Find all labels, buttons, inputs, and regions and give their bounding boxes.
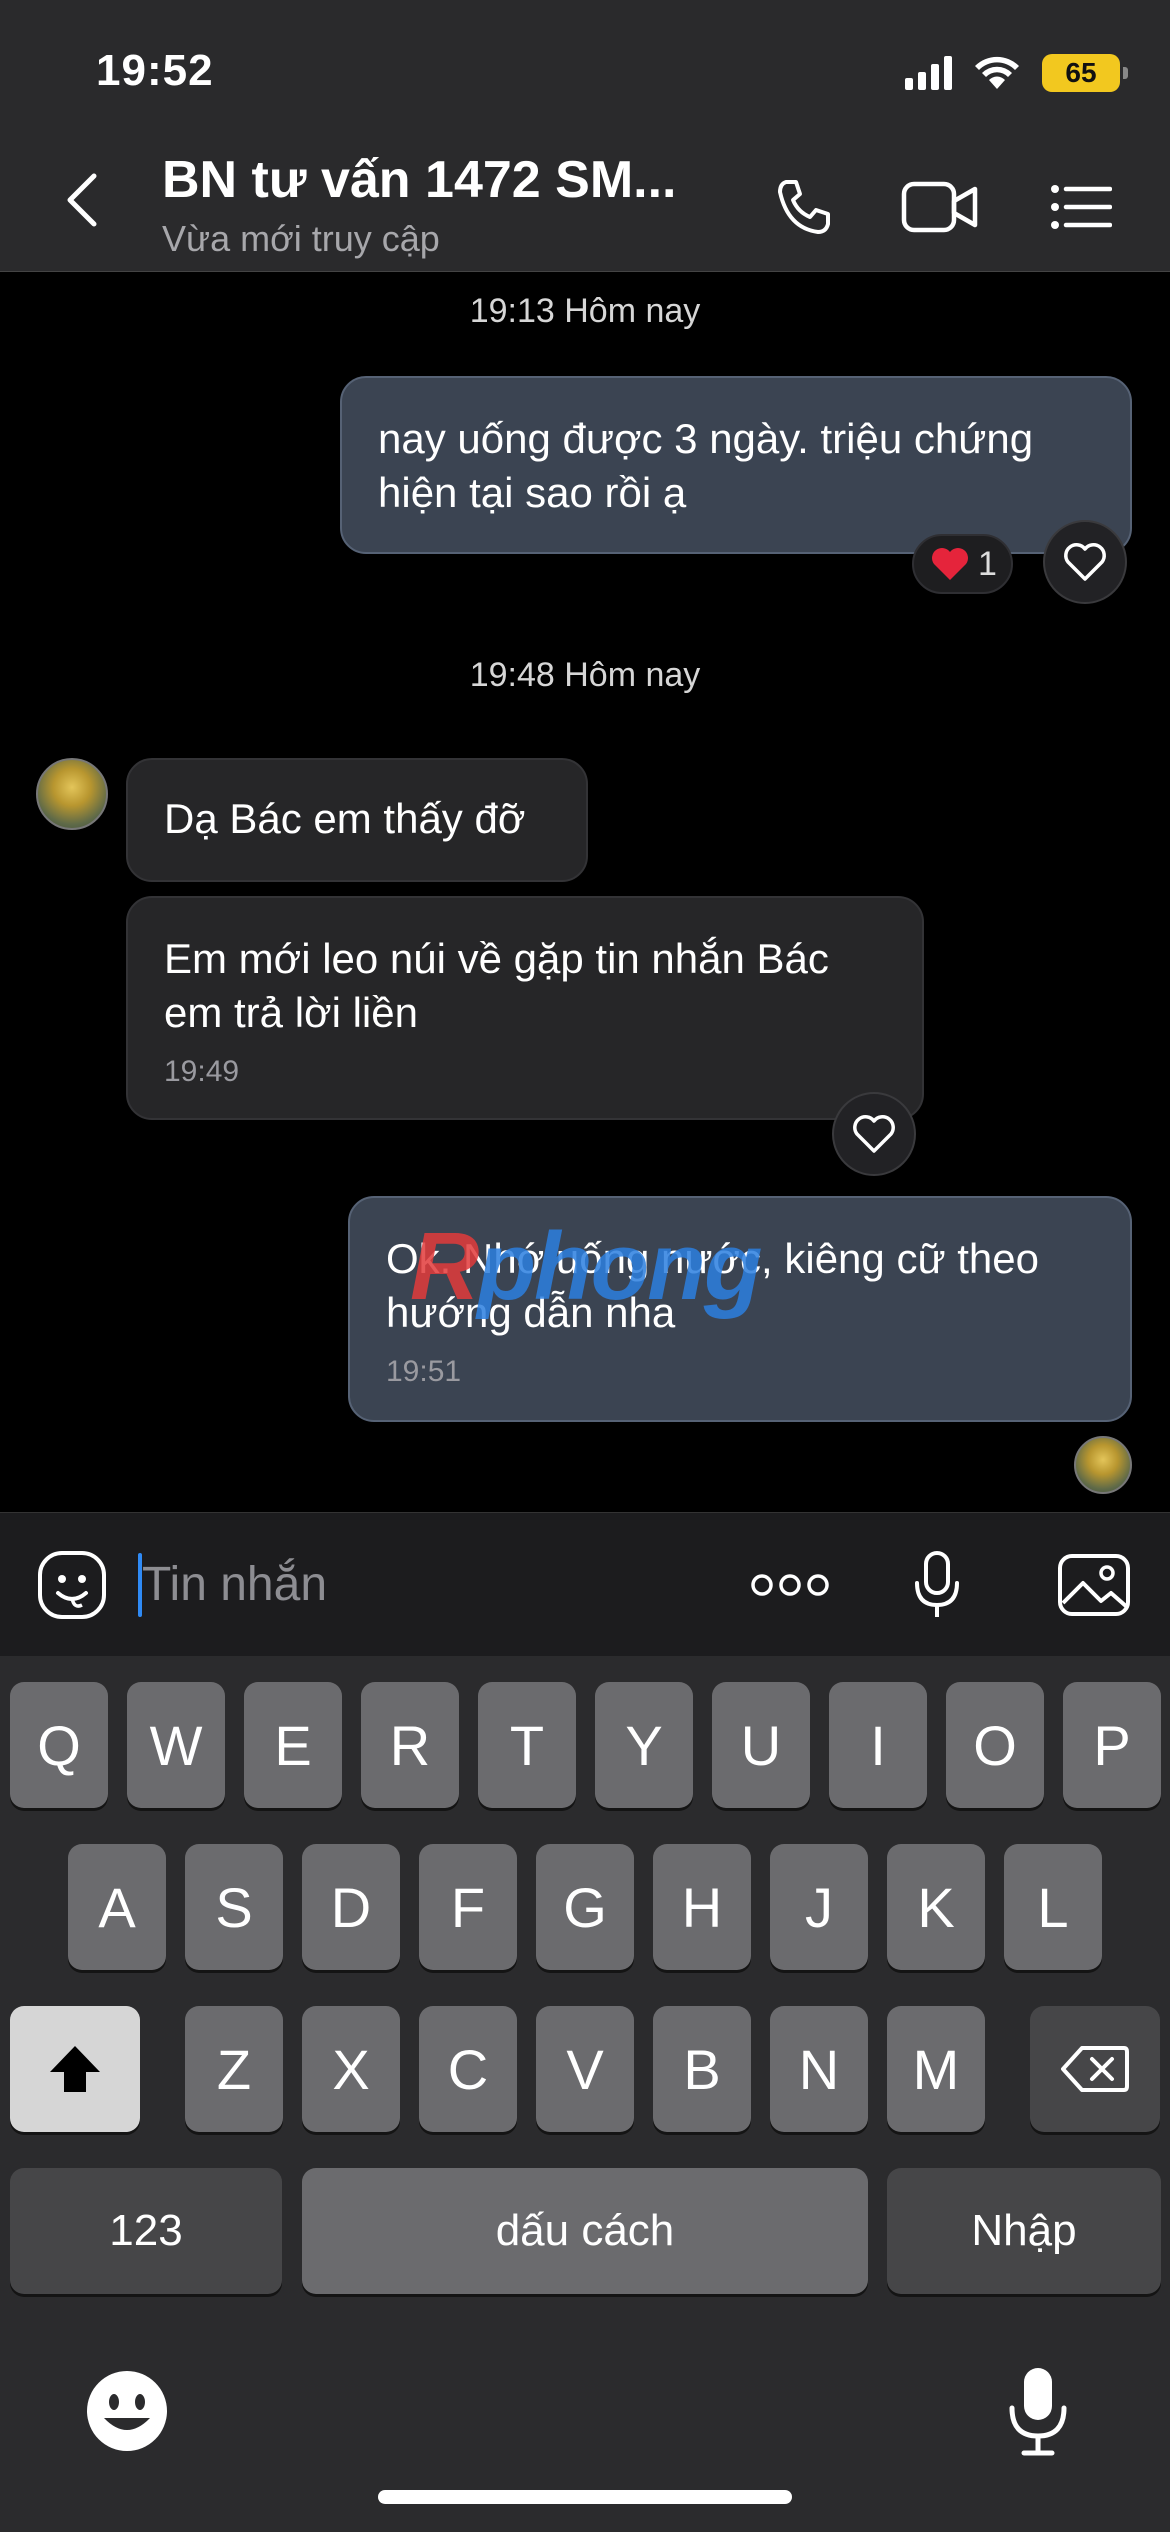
message-text: Dạ Bác em thấy đỡ [164, 795, 526, 842]
voice-message-button[interactable] [902, 1545, 972, 1625]
shift-key[interactable] [10, 2006, 140, 2132]
chevron-left-icon [67, 173, 97, 227]
gallery-button[interactable] [1056, 1545, 1132, 1625]
key-d[interactable]: D [302, 1844, 400, 1970]
home-indicator[interactable] [378, 2490, 792, 2504]
key-y[interactable]: Y [595, 1682, 693, 1808]
microphone-icon [915, 1551, 959, 1617]
space-key[interactable]: dấu cách [302, 2168, 868, 2294]
microphone-icon [1009, 2368, 1067, 2456]
contact-avatar[interactable] [36, 758, 108, 830]
emoji-sticker-icon [38, 1551, 106, 1619]
key-m[interactable]: M [887, 2006, 985, 2132]
incoming-message[interactable]: Em mới leo núi về gặp tin nhắn Bác em tr… [126, 896, 924, 1120]
message-input[interactable] [142, 1553, 702, 1617]
message-input-bar [0, 1512, 1170, 1656]
outgoing-message[interactable]: nay uống được 3 ngày. triệu chứng hiện t… [340, 376, 1132, 554]
timestamp-divider: 19:48 Hôm nay [469, 656, 701, 694]
video-icon [901, 181, 978, 233]
react-button[interactable] [1043, 520, 1127, 604]
emoji-icon [87, 2371, 167, 2451]
key-b[interactable]: B [653, 2006, 751, 2132]
shift-icon [50, 2046, 100, 2092]
backspace-icon [1061, 2046, 1129, 2092]
numbers-key[interactable]: 123 [10, 2168, 282, 2294]
message-text: Em mới leo núi về gặp tin nhắn Bác em tr… [164, 935, 829, 1036]
key-h[interactable]: H [653, 1844, 751, 1970]
message-text: nay uống được 3 ngày. triệu chứng hiện t… [378, 415, 1034, 516]
key-g[interactable]: G [536, 1844, 634, 1970]
message-time: 19:49 [164, 1055, 240, 1088]
key-q[interactable]: Q [10, 1682, 108, 1808]
cellular-signal-icon [905, 56, 952, 90]
key-t[interactable]: T [478, 1682, 576, 1808]
header-bar: 19:52 65 BN tư vấn 1472 SM... Vừa mới tr… [0, 0, 1170, 272]
chat-title[interactable]: BN tư vấn 1472 SM... [162, 150, 692, 210]
status-indicators: 65 [905, 50, 1128, 96]
incoming-message[interactable]: Dạ Bác em thấy đỡ [126, 758, 588, 882]
key-a[interactable]: A [68, 1844, 166, 1970]
key-r[interactable]: R [361, 1682, 459, 1808]
key-n[interactable]: N [770, 2006, 868, 2132]
key-o[interactable]: O [946, 1682, 1044, 1808]
key-p[interactable]: P [1063, 1682, 1161, 1808]
enter-key[interactable]: Nhập [887, 2168, 1161, 2294]
key-l[interactable]: L [1004, 1844, 1102, 1970]
phone-icon [778, 180, 830, 234]
reaction-badge[interactable]: 1 [912, 534, 1013, 594]
key-e[interactable]: E [244, 1682, 342, 1808]
call-button[interactable] [768, 170, 838, 244]
wifi-icon [975, 56, 1019, 89]
key-s[interactable]: S [185, 1844, 283, 1970]
emoji-keyboard-button[interactable] [84, 2368, 174, 2458]
key-j[interactable]: J [770, 1844, 868, 1970]
list-icon [1051, 185, 1112, 229]
heart-outline-icon [853, 1115, 895, 1153]
dictation-button[interactable] [1006, 2364, 1076, 2460]
key-u[interactable]: U [712, 1682, 810, 1808]
back-button[interactable] [62, 170, 112, 240]
onscreen-keyboard: Q W E R T Y U I O P A S D F G H J K L Z … [0, 1656, 1170, 2532]
key-i[interactable]: I [829, 1682, 927, 1808]
key-c[interactable]: C [419, 2006, 517, 2132]
message-time: 19:51 [386, 1355, 462, 1388]
key-x[interactable]: X [302, 2006, 400, 2132]
seen-avatar [1074, 1436, 1132, 1494]
key-f[interactable]: F [419, 1844, 517, 1970]
key-v[interactable]: V [536, 2006, 634, 2132]
message-text: Ok. Nhớ uống nước, kiêng cữ theo hướng d… [386, 1235, 1039, 1336]
heart-outline-icon [1064, 543, 1106, 581]
key-z[interactable]: Z [185, 2006, 283, 2132]
message-list[interactable]: 19:13 Hôm nay nay uống được 3 ngày. triệ… [0, 272, 1170, 1512]
react-button[interactable] [832, 1092, 916, 1176]
more-dots-icon [751, 1574, 829, 1596]
heart-icon [932, 548, 968, 580]
delete-key[interactable] [1030, 2006, 1160, 2132]
reaction-count: 1 [978, 544, 997, 583]
video-call-button[interactable] [900, 170, 980, 244]
sticker-button[interactable] [34, 1545, 110, 1625]
image-icon [1058, 1554, 1130, 1616]
key-k[interactable]: K [887, 1844, 985, 1970]
timestamp-divider: 19:13 Hôm nay [469, 292, 701, 330]
outgoing-message[interactable]: Ok. Nhớ uống nước, kiêng cữ theo hướng d… [348, 1196, 1132, 1422]
chat-menu-button[interactable] [1046, 170, 1116, 244]
chat-status: Vừa mới truy cập [162, 218, 440, 259]
battery-indicator: 65 [1042, 54, 1128, 92]
more-button[interactable] [748, 1545, 832, 1625]
key-w[interactable]: W [127, 1682, 225, 1808]
status-time: 19:52 [96, 46, 214, 95]
